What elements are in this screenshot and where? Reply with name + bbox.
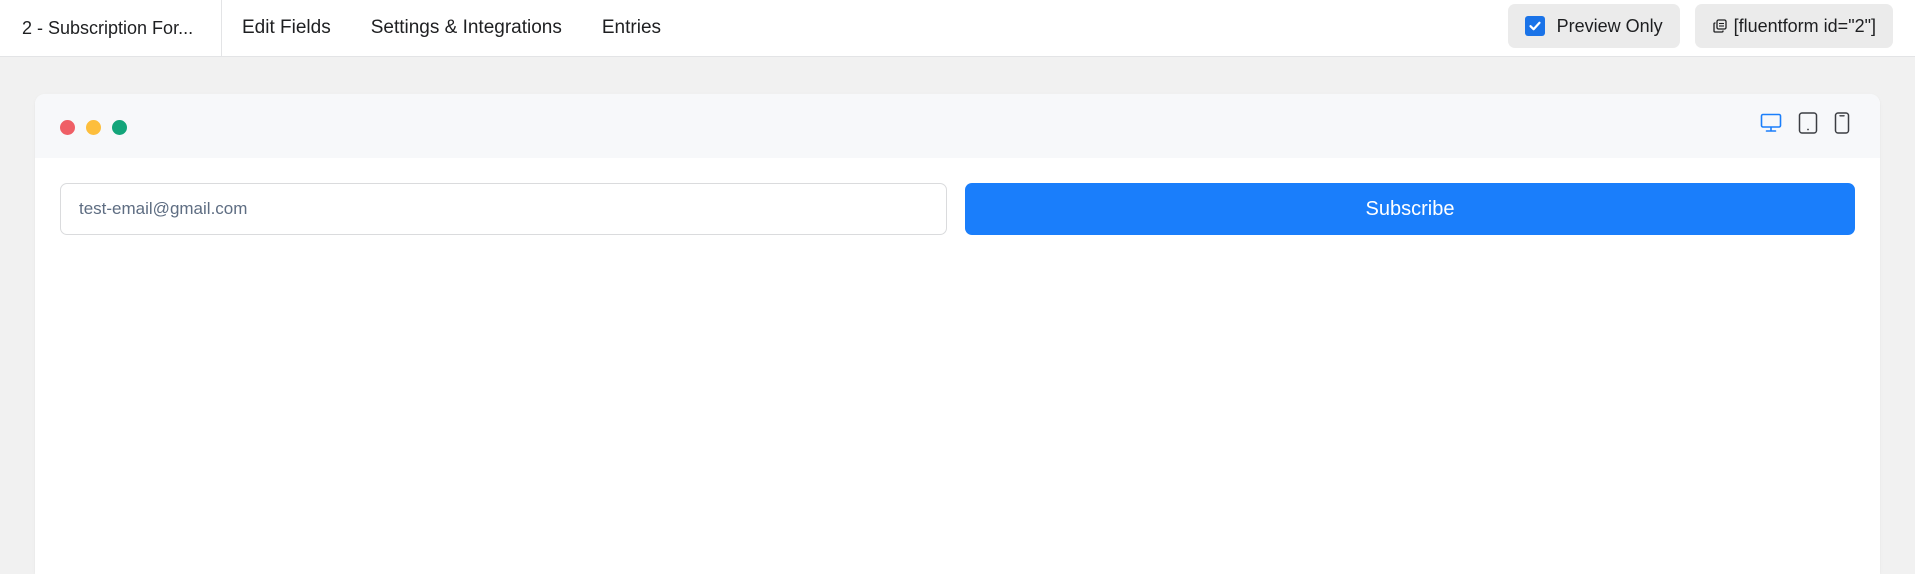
copy-shortcode-button[interactable]: [fluentform id="2"] xyxy=(1694,4,1893,48)
email-input[interactable] xyxy=(60,183,947,235)
window-dots xyxy=(60,119,127,135)
preview-only-label: Preview Only xyxy=(1556,15,1663,36)
top-bar: 2 - Subscription For... Edit Fields Sett… xyxy=(0,0,1915,57)
minimize-dot xyxy=(86,119,101,135)
form-title[interactable]: 2 - Subscription For... xyxy=(0,0,222,57)
mobile-icon xyxy=(1834,112,1850,134)
copy-icon xyxy=(1712,19,1727,33)
desktop-icon xyxy=(1760,113,1782,132)
main-nav: Edit Fields Settings & Integrations Entr… xyxy=(242,17,701,39)
check-icon xyxy=(1529,21,1541,31)
device-switcher xyxy=(1760,112,1850,134)
nav-settings-integrations[interactable]: Settings & Integrations xyxy=(371,17,562,39)
preview-only-toggle[interactable]: Preview Only xyxy=(1507,4,1680,48)
shortcode-text: [fluentform id="2"] xyxy=(1733,15,1876,36)
mobile-view-button[interactable] xyxy=(1834,112,1850,134)
nav-edit-fields[interactable]: Edit Fields xyxy=(242,17,331,39)
close-dot xyxy=(60,119,75,135)
preview-frame-header xyxy=(35,94,1880,158)
tablet-view-button[interactable] xyxy=(1798,112,1818,134)
preview-frame: Subscribe xyxy=(35,94,1880,574)
maximize-dot xyxy=(112,119,127,135)
tablet-icon xyxy=(1798,112,1818,134)
subscribe-button[interactable]: Subscribe xyxy=(965,183,1855,235)
nav-entries[interactable]: Entries xyxy=(602,17,661,39)
preview-only-checkbox[interactable] xyxy=(1524,16,1545,36)
desktop-view-button[interactable] xyxy=(1760,113,1782,133)
subscription-form: Subscribe xyxy=(35,158,1880,235)
